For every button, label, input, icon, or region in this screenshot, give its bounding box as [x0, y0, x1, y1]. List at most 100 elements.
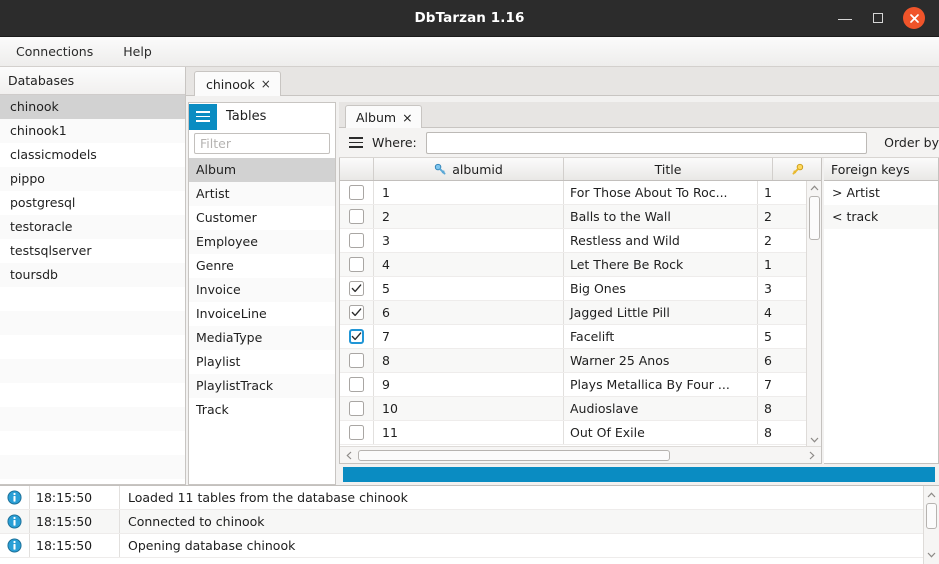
database-item[interactable]: postgresql [0, 191, 185, 215]
table-item[interactable]: InvoiceLine [189, 302, 335, 326]
table-item[interactable]: Album [189, 158, 335, 182]
close-icon[interactable]: × [402, 110, 412, 125]
row-checkbox[interactable] [349, 233, 364, 248]
table-item[interactable]: Artist [189, 182, 335, 206]
cell-artistid[interactable]: 4 [758, 301, 806, 324]
table-row[interactable]: 1 For Those About To Roc... 1 [340, 181, 806, 205]
cell-title[interactable]: Jagged Little Pill [564, 301, 758, 324]
row-checkbox[interactable] [349, 209, 364, 224]
cell-artistid[interactable]: 8 [758, 397, 806, 420]
table-item[interactable]: Employee [189, 230, 335, 254]
menu-help[interactable]: Help [121, 42, 154, 61]
row-select-cell[interactable] [340, 253, 374, 276]
log-row[interactable]: 18:15:50 Loaded 11 tables from the databa… [0, 486, 923, 510]
row-select-cell[interactable] [340, 349, 374, 372]
table-item[interactable]: Track [189, 398, 335, 422]
tables-list[interactable]: Album Artist Customer Employee Genre Invoice I… [189, 158, 335, 484]
cell-albumid[interactable]: 2 [374, 205, 564, 228]
database-item[interactable]: chinook [0, 95, 185, 119]
row-select-cell[interactable] [340, 421, 374, 444]
row-select-cell[interactable] [340, 373, 374, 396]
table-row[interactable]: 2 Balls to the Wall 2 [340, 205, 806, 229]
cell-title[interactable]: Plays Metallica By Four ... [564, 373, 758, 396]
cell-title[interactable]: Facelift [564, 325, 758, 348]
cell-title[interactable]: Big Ones [564, 277, 758, 300]
table-tab-album[interactable]: Album × [345, 105, 422, 128]
foreign-keys-list[interactable]: > Artist < track [824, 181, 938, 229]
row-select-cell[interactable] [340, 277, 374, 300]
cell-title[interactable]: Let There Be Rock [564, 253, 758, 276]
table-row[interactable]: 3 Restless and Wild 2 [340, 229, 806, 253]
row-checkbox[interactable] [349, 425, 364, 440]
row-select-cell[interactable] [340, 229, 374, 252]
scroll-right-icon[interactable] [805, 451, 819, 460]
grid-header-artistid[interactable] [773, 158, 821, 180]
grid-vertical-scrollbar[interactable] [806, 181, 821, 446]
scrollbar-thumb[interactable] [808, 196, 820, 240]
database-item[interactable]: classicmodels [0, 143, 185, 167]
tables-filter-input[interactable] [194, 133, 330, 154]
table-item[interactable]: PlaylistTrack [189, 374, 335, 398]
hamburger-icon[interactable] [349, 137, 363, 148]
row-checkbox[interactable] [349, 353, 364, 368]
cell-artistid[interactable]: 3 [758, 277, 806, 300]
scroll-down-icon[interactable] [810, 433, 819, 446]
database-item[interactable]: testsqlserver [0, 239, 185, 263]
cell-artistid[interactable]: 2 [758, 229, 806, 252]
database-item[interactable]: toursdb [0, 263, 185, 287]
row-checkbox[interactable] [349, 305, 364, 320]
cell-albumid[interactable]: 5 [374, 277, 564, 300]
cell-title[interactable]: Audioslave [564, 397, 758, 420]
cell-albumid[interactable]: 9 [374, 373, 564, 396]
table-row[interactable]: 5 Big Ones 3 [340, 277, 806, 301]
scroll-up-icon[interactable] [810, 181, 819, 194]
log-row[interactable]: 18:15:50 Opening database chinook [0, 534, 923, 558]
database-item[interactable]: testoracle [0, 215, 185, 239]
minimize-button[interactable] [837, 10, 853, 26]
maximize-button[interactable] [870, 10, 886, 26]
cell-artistid[interactable]: 2 [758, 205, 806, 228]
row-checkbox[interactable] [349, 329, 364, 344]
table-row[interactable]: 9 Plays Metallica By Four ... 7 [340, 373, 806, 397]
table-row[interactable]: 11 Out Of Exile 8 [340, 421, 806, 445]
row-select-cell[interactable] [340, 325, 374, 348]
foreign-key-item[interactable]: > Artist [824, 181, 938, 205]
cell-albumid[interactable]: 11 [374, 421, 564, 444]
cell-title[interactable]: Warner 25 Anos [564, 349, 758, 372]
log-rows[interactable]: 18:15:50 Loaded 11 tables from the databa… [0, 486, 923, 564]
table-item[interactable]: Genre [189, 254, 335, 278]
database-item[interactable]: pippo [0, 167, 185, 191]
database-item[interactable]: chinook1 [0, 119, 185, 143]
scroll-up-icon[interactable] [927, 486, 936, 501]
order-by-button[interactable]: Order by [876, 135, 939, 150]
cell-albumid[interactable]: 3 [374, 229, 564, 252]
row-checkbox[interactable] [349, 401, 364, 416]
cell-title[interactable]: Restless and Wild [564, 229, 758, 252]
table-row[interactable]: 10 Audioslave 8 [340, 397, 806, 421]
row-checkbox[interactable] [349, 185, 364, 200]
scroll-down-icon[interactable] [927, 549, 936, 564]
where-input[interactable] [425, 131, 868, 154]
cell-albumid[interactable]: 8 [374, 349, 564, 372]
close-icon[interactable]: × [261, 78, 271, 90]
table-row[interactable]: 8 Warner 25 Anos 6 [340, 349, 806, 373]
close-button[interactable] [903, 7, 925, 29]
cell-artistid[interactable]: 7 [758, 373, 806, 396]
log-vertical-scrollbar[interactable] [923, 486, 939, 564]
cell-albumid[interactable]: 1 [374, 181, 564, 204]
cell-albumid[interactable]: 4 [374, 253, 564, 276]
row-select-cell[interactable] [340, 205, 374, 228]
row-checkbox[interactable] [349, 377, 364, 392]
menu-connections[interactable]: Connections [14, 42, 95, 61]
table-item[interactable]: Invoice [189, 278, 335, 302]
grid-rows[interactable]: 1 For Those About To Roc... 1 2 Balls to the… [340, 181, 806, 446]
row-select-cell[interactable] [340, 181, 374, 204]
cell-title[interactable]: For Those About To Roc... [564, 181, 758, 204]
table-item[interactable]: Playlist [189, 350, 335, 374]
database-tab-chinook[interactable]: chinook × [194, 71, 281, 96]
cell-artistid[interactable]: 6 [758, 349, 806, 372]
cell-artistid[interactable]: 1 [758, 253, 806, 276]
table-row[interactable]: 4 Let There Be Rock 1 [340, 253, 806, 277]
grid-header-albumid[interactable]: albumid [374, 158, 564, 180]
table-item[interactable]: MediaType [189, 326, 335, 350]
